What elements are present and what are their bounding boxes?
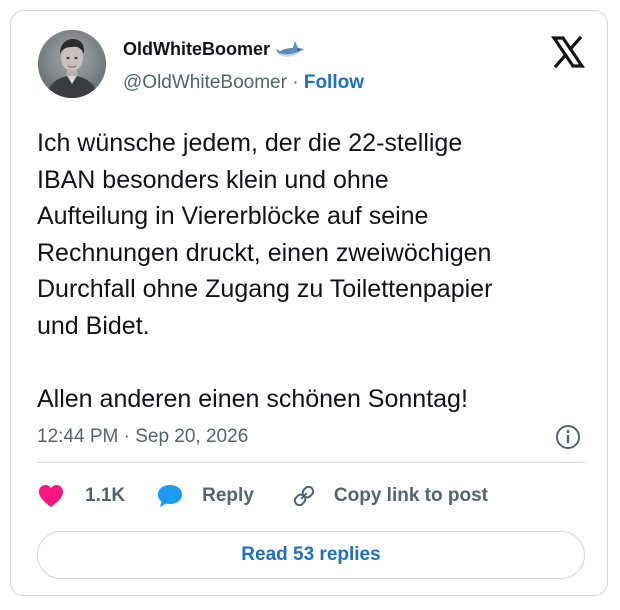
- shark-icon: [276, 38, 306, 60]
- read-replies-button[interactable]: Read 53 replies: [37, 531, 585, 579]
- reply-label: Reply: [202, 485, 254, 506]
- author-display-name[interactable]: OldWhiteBoomer: [123, 37, 270, 61]
- link-icon: [290, 482, 318, 510]
- author-handle-row: @OldWhiteBoomer · Follow: [123, 71, 364, 95]
- avatar-image: [38, 30, 106, 98]
- x-logo-icon[interactable]: [550, 35, 586, 69]
- author-handle[interactable]: @OldWhiteBoomer: [123, 72, 287, 93]
- like-count: 1.1K: [85, 485, 126, 506]
- copy-link-label: Copy link to post: [333, 485, 488, 506]
- handle-separator: ·: [286, 72, 304, 93]
- tweet-text: Ich wünsche jedem, der die 22-stellige I…: [37, 129, 493, 413]
- divider: [37, 462, 585, 463]
- heart-icon: [37, 483, 65, 509]
- avatar[interactable]: [38, 30, 106, 98]
- tweet-timestamp[interactable]: 12:44 PM · Sep 20, 2026: [37, 425, 248, 449]
- reply-button[interactable]: Reply: [155, 482, 254, 510]
- copy-link-button[interactable]: Copy link to post: [290, 482, 488, 510]
- like-button[interactable]: 1.1K: [37, 483, 125, 509]
- speech-bubble-icon: [155, 482, 185, 510]
- tweet-card: OldWhiteBoomer @OldWhiteBoomer · Follow …: [10, 10, 608, 596]
- info-icon[interactable]: [554, 423, 582, 451]
- action-bar: 1.1K Reply Copy link to post: [37, 481, 488, 511]
- follow-button[interactable]: Follow: [304, 72, 364, 93]
